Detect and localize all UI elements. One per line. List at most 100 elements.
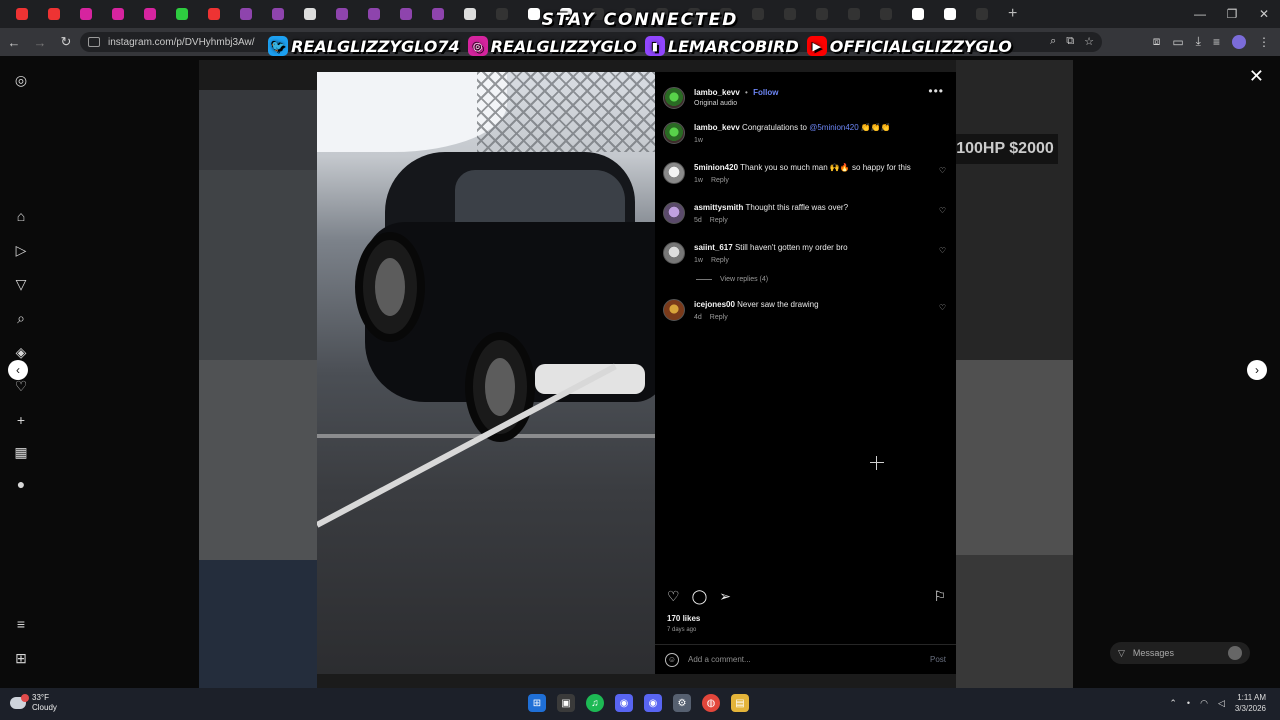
close-icon[interactable]: ✕: [1249, 66, 1264, 87]
browser-tab[interactable]: [614, 2, 645, 26]
task-view-icon[interactable]: ▣: [557, 694, 575, 712]
browser-tab[interactable]: [550, 2, 581, 26]
browser-tab[interactable]: [838, 2, 869, 26]
weather-widget[interactable]: 33°F Cloudy: [10, 693, 57, 713]
profile-icon[interactable]: ●: [13, 476, 29, 492]
post-comment-button[interactable]: Post: [930, 655, 946, 664]
browser-tab[interactable]: [294, 2, 325, 26]
volume-icon[interactable]: ◁: [1218, 698, 1225, 709]
discord-alt-icon[interactable]: ◉: [644, 694, 662, 712]
omnibox[interactable]: instagram.com/p/DVHyhmbj3Aw/ ⌕ ⧉ ☆: [80, 32, 1102, 52]
audio-label[interactable]: Original audio: [694, 98, 778, 109]
discord-icon[interactable]: ◉: [615, 694, 633, 712]
maximize-button[interactable]: ❐: [1216, 0, 1248, 28]
messages-pill[interactable]: ▽ Messages: [1110, 642, 1250, 664]
previous-post-chevron-icon[interactable]: ‹: [8, 360, 28, 380]
explore-icon[interactable]: ◈: [13, 344, 29, 360]
comment-like-heart-icon[interactable]: ♡: [939, 303, 946, 312]
view-replies-button[interactable]: View replies (4): [696, 276, 948, 283]
home-icon[interactable]: ⌂: [13, 208, 29, 224]
commenter-avatar[interactable]: [663, 202, 685, 224]
zoom-icon[interactable]: ⌕: [1050, 35, 1056, 48]
commenter-username[interactable]: icejones00: [694, 300, 735, 309]
bookmark-star-icon[interactable]: ☆: [1084, 35, 1094, 48]
like-count[interactable]: 170 likes: [667, 614, 700, 623]
create-plus-icon[interactable]: +: [13, 412, 29, 428]
browser-tab[interactable]: [422, 2, 453, 26]
author-avatar[interactable]: [663, 87, 685, 109]
minimize-button[interactable]: —: [1184, 0, 1216, 28]
comment-like-heart-icon[interactable]: ♡: [939, 166, 946, 175]
commenter-avatar[interactable]: [663, 122, 685, 144]
menu-kebab-icon[interactable]: ⋮: [1258, 35, 1270, 49]
browser-tab[interactable]: [742, 2, 773, 26]
reply-button[interactable]: Reply: [710, 217, 728, 224]
reply-button[interactable]: Reply: [711, 257, 729, 264]
commenter-avatar[interactable]: [663, 162, 685, 184]
commenter-username[interactable]: lambo_kevv: [694, 123, 740, 132]
clock[interactable]: 1:11 AM 3/3/2026: [1235, 692, 1266, 714]
more-menu-icon[interactable]: ≡: [13, 616, 29, 632]
mic-icon[interactable]: •: [1187, 698, 1190, 708]
browser-tab[interactable]: [678, 2, 709, 26]
tray-chevron-up-icon[interactable]: ⌃: [1169, 698, 1177, 709]
browser-tab[interactable]: [198, 2, 229, 26]
browser-tab[interactable]: [134, 2, 165, 26]
commenter-avatar[interactable]: [663, 242, 685, 264]
comment-input[interactable]: Add a comment...: [688, 655, 751, 664]
reload-icon[interactable]: ↻: [54, 34, 78, 50]
browser-tab[interactable]: [262, 2, 293, 26]
browser-tab[interactable]: [358, 2, 389, 26]
comment-like-heart-icon[interactable]: ♡: [939, 246, 946, 255]
browser-tab[interactable]: [38, 2, 69, 26]
new-tab-button[interactable]: +: [1008, 5, 1024, 23]
commenter-avatar[interactable]: [663, 299, 685, 321]
post-media[interactable]: [317, 72, 655, 674]
instagram-logo-icon[interactable]: ◎: [13, 72, 29, 88]
back-arrow-icon[interactable]: ←: [2, 35, 26, 50]
view-replies-label[interactable]: View replies (4): [720, 276, 768, 283]
browser-tab[interactable]: [646, 2, 677, 26]
browser-tab[interactable]: [6, 2, 37, 26]
like-heart-icon[interactable]: ♡: [667, 588, 680, 605]
follow-button[interactable]: Follow: [753, 88, 778, 97]
commenter-username[interactable]: saiint_617: [694, 243, 733, 252]
settings-gear-icon[interactable]: ⚙: [673, 694, 691, 712]
download-icon[interactable]: ⤓: [1196, 34, 1201, 49]
file-explorer-icon[interactable]: ▤: [731, 694, 749, 712]
notifications-heart-icon[interactable]: ♡: [13, 378, 29, 394]
browser-tab[interactable]: [70, 2, 101, 26]
browser-tab[interactable]: [390, 2, 421, 26]
wifi-icon[interactable]: ◠: [1200, 698, 1208, 709]
browser-tab[interactable]: [230, 2, 261, 26]
browser-tab[interactable]: [806, 2, 837, 26]
url-text[interactable]: instagram.com/p/DVHyhmbj3Aw/: [108, 37, 255, 48]
more-options-icon[interactable]: •••: [928, 84, 944, 98]
browser-tab[interactable]: [902, 2, 933, 26]
commenter-username[interactable]: 5minion420: [694, 163, 738, 172]
browser-tab[interactable]: [582, 2, 613, 26]
dashboard-icon[interactable]: ▦: [13, 444, 29, 460]
start-windows-icon[interactable]: ⊞: [528, 694, 546, 712]
sidepanel-icon[interactable]: ▭: [1172, 35, 1183, 49]
comment-bubble-icon[interactable]: ◯: [692, 588, 708, 605]
browser-tab[interactable]: [454, 2, 485, 26]
site-info-icon[interactable]: [88, 37, 100, 47]
share-send-icon[interactable]: ➢: [719, 588, 731, 605]
spotify-icon[interactable]: ♫: [586, 694, 604, 712]
browser-tab[interactable]: [934, 2, 965, 26]
close-window-button[interactable]: ✕: [1248, 0, 1280, 28]
also-from-meta-icon[interactable]: ⊞: [13, 650, 29, 666]
forward-arrow-icon[interactable]: →: [28, 35, 52, 50]
extensions-icon[interactable]: ⧈: [1153, 34, 1161, 49]
browser-tab[interactable]: [102, 2, 133, 26]
save-bookmark-icon[interactable]: ⚐: [933, 588, 946, 605]
reels-icon[interactable]: ▷: [13, 242, 29, 258]
browser-tab[interactable]: [966, 2, 997, 26]
browser-tab[interactable]: [774, 2, 805, 26]
author-username[interactable]: lambo_kevv: [694, 88, 740, 97]
search-icon[interactable]: ⌕: [13, 310, 29, 326]
chrome-icon[interactable]: ◍: [702, 694, 720, 712]
profile-avatar[interactable]: [1232, 34, 1246, 49]
browser-tab[interactable]: [166, 2, 197, 26]
